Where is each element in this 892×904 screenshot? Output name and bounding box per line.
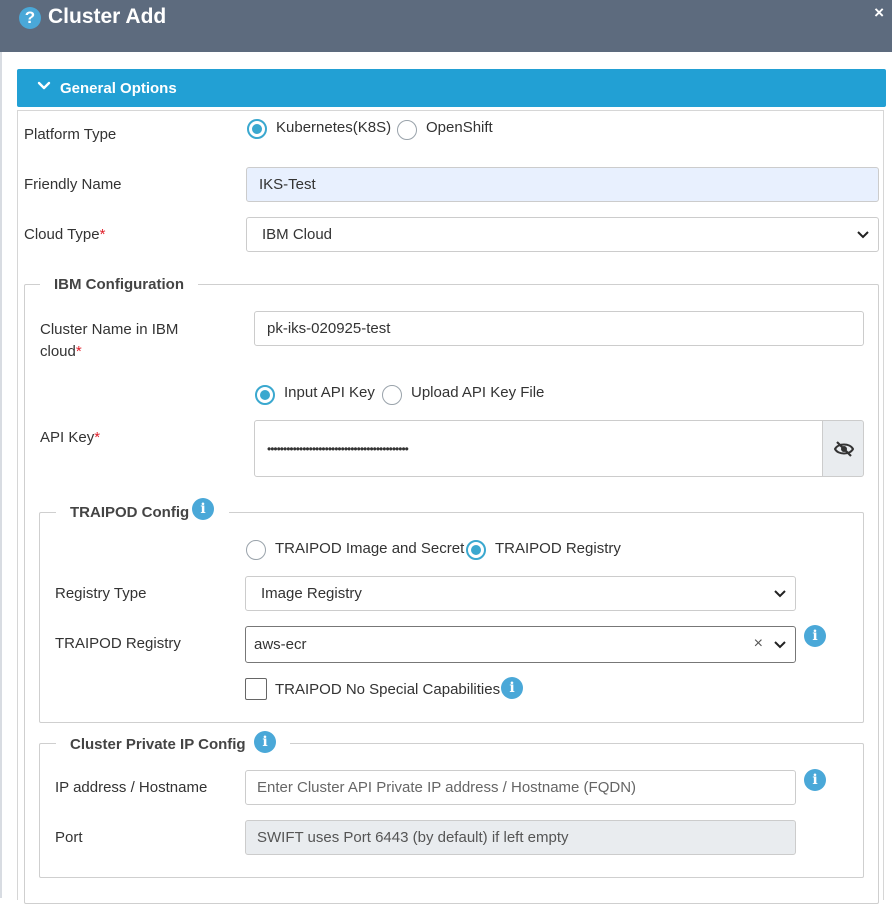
- traipod-image-secret-radio[interactable]: [246, 540, 266, 560]
- dialog-header: ? Cluster Add ×: [0, 0, 892, 52]
- chevron-down-icon[interactable]: [773, 640, 787, 650]
- registry-type-select[interactable]: Image Registry: [245, 576, 796, 611]
- ip-hostname-info-icon[interactable]: i: [804, 769, 826, 791]
- toggle-visibility-button[interactable]: [822, 420, 864, 477]
- cloud-type-value: IBM Cloud: [262, 226, 333, 243]
- private-ip-info-icon[interactable]: i: [254, 731, 276, 753]
- ibm-config-legend: IBM Configuration: [40, 276, 198, 293]
- platform-option-k8s-label: Kubernetes(K8S): [276, 119, 392, 136]
- ip-hostname-placeholder: Enter Cluster API Private IP address / H…: [257, 779, 637, 796]
- eye-slash-icon: [834, 441, 854, 457]
- no-special-capabilities-label: TRAIPOD No Special Capabilities: [275, 681, 501, 698]
- api-key-input-radio[interactable]: [255, 385, 275, 405]
- help-icon[interactable]: ?: [19, 7, 41, 29]
- cloud-type-select[interactable]: IBM Cloud: [246, 217, 879, 252]
- friendly-name-value: IKS-Test: [259, 176, 316, 193]
- friendly-name-input[interactable]: IKS-Test: [246, 167, 879, 202]
- port-label: Port: [55, 829, 83, 846]
- port-input[interactable]: SWIFT uses Port 6443 (by default) if lef…: [245, 820, 796, 855]
- general-options-toggle[interactable]: General Options: [17, 69, 886, 107]
- registry-type-label: Registry Type: [55, 585, 147, 602]
- registry-type-value: Image Registry: [261, 585, 362, 602]
- dialog-title: Cluster Add: [48, 5, 167, 28]
- cluster-name-value: pk-iks-020925-test: [267, 320, 391, 337]
- traipod-registry-option-label: TRAIPOD Registry: [495, 540, 621, 557]
- api-key-upload-option-label: Upload API Key File: [411, 384, 545, 401]
- ip-hostname-label: IP address / Hostname: [55, 779, 208, 796]
- private-ip-fieldset: [39, 743, 864, 878]
- api-key-masked-value: ••••••••••••••••••••••••••••••••••••••••…: [267, 441, 409, 456]
- traipod-registry-radio[interactable]: [466, 540, 486, 560]
- platform-type-label: Platform Type: [24, 126, 117, 143]
- api-key-label: API Key*: [40, 429, 101, 446]
- chevron-down-icon: [774, 589, 786, 597]
- traipod-registry-value: aws-ecr: [254, 636, 307, 653]
- api-key-upload-radio[interactable]: [382, 385, 402, 405]
- platform-radio-k8s[interactable]: [247, 119, 267, 139]
- chevron-down-icon: [37, 81, 51, 90]
- platform-radio-openshift[interactable]: [397, 120, 417, 140]
- traipod-image-secret-label: TRAIPOD Image and Secret: [275, 540, 465, 557]
- cluster-name-label: Cluster Name in IBM cloud*: [40, 321, 179, 360]
- no-special-capabilities-checkbox[interactable]: [245, 678, 267, 700]
- clear-icon[interactable]: ×: [754, 635, 763, 653]
- api-key-input[interactable]: ••••••••••••••••••••••••••••••••••••••••…: [254, 420, 824, 477]
- traipod-registry-label: TRAIPOD Registry: [55, 635, 181, 652]
- friendly-name-label: Friendly Name: [24, 176, 122, 193]
- traipod-registry-select[interactable]: aws-ecr ×: [245, 626, 796, 663]
- platform-option-openshift-label: OpenShift: [426, 119, 493, 136]
- ip-hostname-input[interactable]: Enter Cluster API Private IP address / H…: [245, 770, 796, 805]
- traipod-info-icon[interactable]: i: [192, 498, 214, 520]
- traipod-registry-info-icon[interactable]: i: [804, 625, 826, 647]
- cluster-name-input[interactable]: pk-iks-020925-test: [254, 311, 864, 346]
- api-key-input-option-label: Input API Key: [284, 384, 375, 401]
- chevron-down-icon: [857, 230, 869, 238]
- cloud-type-label: Cloud Type*: [24, 226, 106, 243]
- section-title: General Options: [60, 80, 177, 97]
- port-placeholder: SWIFT uses Port 6443 (by default) if lef…: [257, 829, 569, 846]
- no-special-capabilities-info-icon[interactable]: i: [501, 677, 523, 699]
- close-icon[interactable]: ×: [874, 3, 884, 23]
